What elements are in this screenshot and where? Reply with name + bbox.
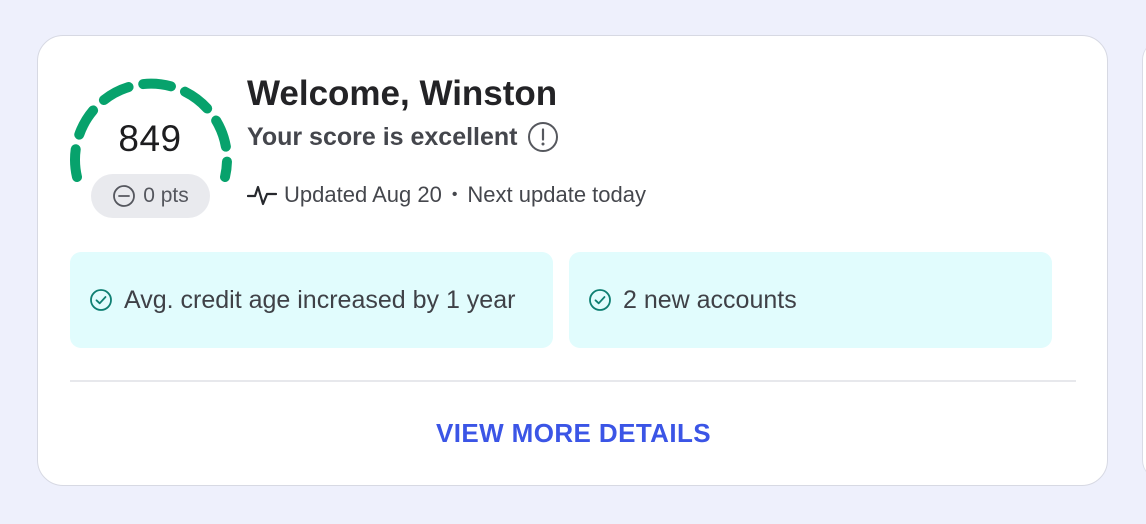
check-circle-icon — [588, 288, 612, 312]
credit-score-card: 849 0 pts Welcome, Winston Your score is… — [37, 35, 1108, 486]
score-status-row: Your score is excellent — [247, 121, 559, 153]
score-change-badge: 0 pts — [91, 174, 210, 218]
activity-icon — [247, 181, 277, 209]
score-value: 849 — [118, 118, 182, 159]
check-circle-icon — [89, 288, 113, 312]
divider — [70, 380, 1076, 382]
score-status: Your score is excellent — [247, 122, 518, 151]
factor-text: Avg. credit age increased by 1 year — [124, 286, 516, 314]
updated-label: Updated Aug 20 — [284, 182, 442, 207]
score-change-label: 0 pts — [143, 184, 189, 207]
update-info: Updated Aug 20 • Next update today — [247, 181, 646, 209]
info-icon[interactable] — [527, 121, 559, 153]
next-card-edge — [1142, 40, 1146, 480]
minus-circle-icon — [112, 184, 136, 208]
factor-text: 2 new accounts — [623, 286, 797, 314]
next-update-label: Next update today — [467, 182, 646, 207]
factor-tile-credit-age: Avg. credit age increased by 1 year — [70, 252, 553, 348]
view-more-details-link[interactable]: VIEW MORE DETAILS — [38, 418, 1109, 449]
welcome-title: Welcome, Winston — [247, 74, 558, 113]
separator-dot: • — [451, 186, 458, 203]
factor-tile-new-accounts: 2 new accounts — [569, 252, 1052, 348]
